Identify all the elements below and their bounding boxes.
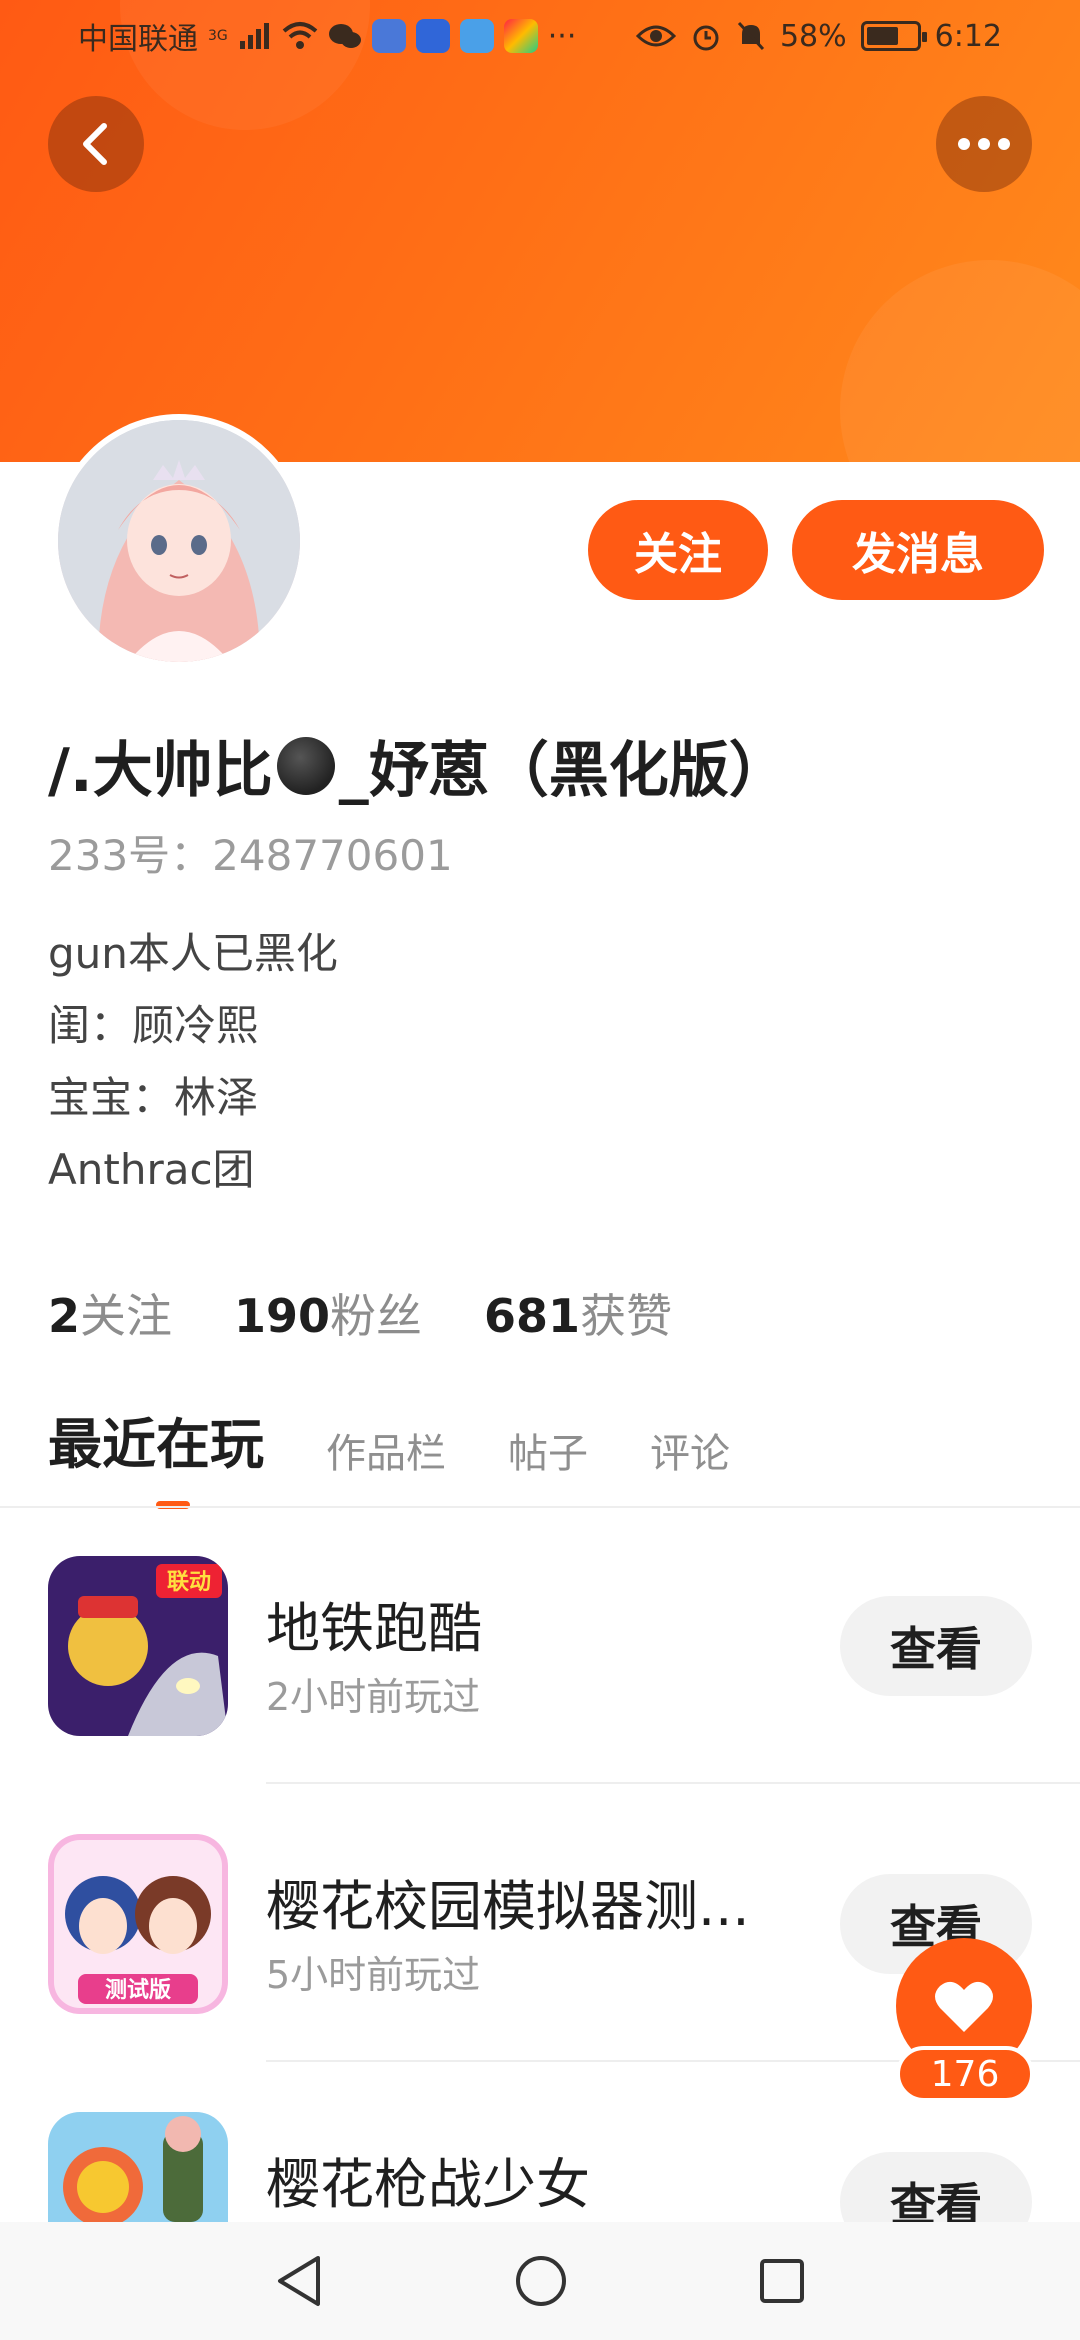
bio-line: 闺：顾冷熙 [48,1001,259,1050]
nav-home-icon[interactable] [514,2254,568,2308]
sakura-school-game-icon: 测试版 [48,1834,228,2014]
stat-fans[interactable]: 190粉丝 [234,1280,422,1346]
status-bar: 中国联通 3G ··· 58% 6:12 [0,0,1080,72]
network-type: 3G [208,28,228,44]
tab-posts[interactable]: 帖子 [508,1421,588,1479]
stat-label: 关注 [80,1289,173,1343]
user-id: 233号：248770601 [48,831,453,880]
eye-icon [635,25,676,47]
dark-moon-emoji-icon [276,736,335,795]
game-name: 樱花枪战少女 [266,2153,590,2216]
follow-button[interactable]: 关注 [588,500,768,600]
battery-percent: 58% [779,18,847,54]
list-item[interactable]: 联动 地铁跑酷 2小时前玩过 查看 [0,1556,1080,1836]
bio-line: 宝宝：林泽 [48,1073,259,1122]
username-prefix: /.大帅比 [48,736,273,806]
tab-comments[interactable]: 评论 [650,1421,730,1479]
tab-label: 最近在玩 [48,1413,264,1476]
game-name: 樱花校园模拟器测... [266,1875,750,1938]
tab-works[interactable]: 作品栏 [326,1421,446,1479]
system-navigation-bar [0,2222,1080,2340]
music-app-icon [371,19,406,53]
view-button[interactable]: 查看 [840,1596,1032,1696]
clock-time: 6:12 [934,18,1002,54]
alarm-icon [693,25,719,51]
nav-recents-icon[interactable] [758,2257,806,2305]
carrier-name: 中国联通 [78,22,198,57]
app-store-icon [503,19,538,53]
stat-value: 2 [48,1289,81,1343]
battery-icon [860,21,927,51]
wifi-icon [282,22,318,49]
played-time: 2小时前玩过 [266,1675,481,1719]
send-message-button[interactable]: 发消息 [792,500,1044,600]
divider [266,1782,1080,1784]
stat-value: 190 [234,1289,331,1343]
more-notifications-icon: ··· [547,18,577,54]
username-suffix: _妤蒽（黑化版） [338,736,789,806]
banner-decoration [840,260,1080,462]
bio-line: Anthrac团 [48,1145,255,1194]
like-count-badge: 176 [896,2046,1034,2102]
more-options-button[interactable] [936,96,1032,192]
stat-likes[interactable]: 681获赞 [484,1280,672,1346]
profile-tabs: 最近在玩 作品栏 帖子 评论 [48,1400,730,1509]
avatar-image [58,420,300,662]
nav-back-icon[interactable] [274,2254,324,2308]
game-icon-badge: 测试版 [105,1978,171,2003]
tab-recently-played[interactable]: 最近在玩 [48,1400,264,1509]
username: /.大帅比 _妤蒽（黑化版） [48,722,789,809]
avatar[interactable] [52,414,306,668]
game-icon-badge: 联动 [167,1570,211,1595]
heart-icon [935,1981,993,2032]
played-time: 5小时前玩过 [266,1953,481,1997]
more-dots-icon [958,138,1010,150]
sakura-gun-girl-game-icon [48,2112,228,2222]
bio-line: gun本人已黑化 [48,929,338,978]
stat-label: 获赞 [580,1289,673,1343]
signal-icon [239,23,269,49]
stat-label: 粉丝 [330,1289,423,1343]
profile-stats: 2关注 190粉丝 681获赞 [48,1280,672,1346]
subway-surfers-game-icon: 联动 [48,1556,228,1736]
mute-bell-icon [737,21,765,51]
tips-app-icon [415,19,450,53]
wechat-icon [328,24,361,48]
divider [0,1506,1080,1508]
chevron-left-icon [83,123,107,165]
browser-app-icon [459,19,494,53]
stat-following[interactable]: 2关注 [48,1280,172,1346]
game-name: 地铁跑酷 [266,1597,482,1660]
profile-header-banner: 中国联通 3G ··· 58% 6:12 [0,0,1080,462]
back-button[interactable] [48,96,144,192]
bio: gun本人已黑化 闺：顾冷熙 宝宝：林泽 Anthrac团 [48,918,338,1206]
stat-value: 681 [484,1289,581,1343]
